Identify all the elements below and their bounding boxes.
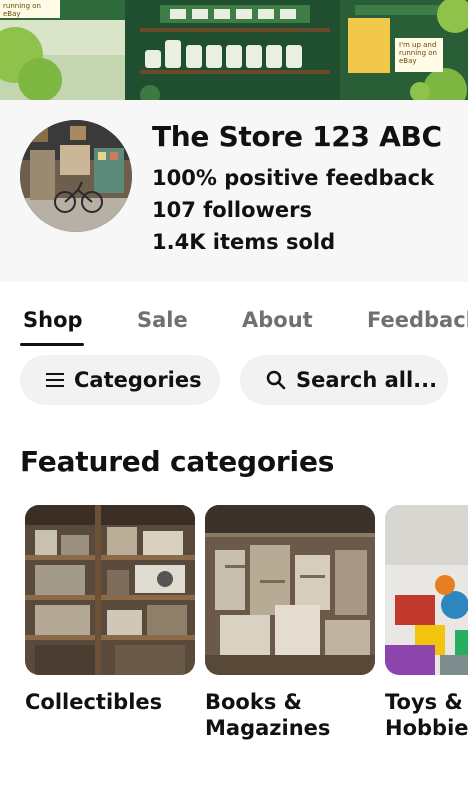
- tab-sale[interactable]: Sale: [137, 308, 188, 332]
- menu-icon: [46, 372, 64, 388]
- toys-hobbies-image: [385, 505, 468, 675]
- tab-feedback[interactable]: Feedback: [367, 308, 468, 332]
- items-sold-stat: 1.4K items sold: [152, 230, 336, 254]
- search-all-button[interactable]: Search all...: [240, 355, 448, 405]
- featured-categories-title: Featured categories: [20, 445, 335, 478]
- followers-stat[interactable]: 107 followers: [152, 198, 312, 222]
- store-tabs: Shop Sale About Feedback: [0, 300, 468, 346]
- store-header: The Store 123 ABC 100% positive feedback…: [0, 100, 468, 282]
- search-all-label: Search all...: [296, 368, 438, 392]
- category-label: Toys & Hobbies: [385, 690, 468, 740]
- tab-about[interactable]: About: [242, 308, 313, 332]
- search-icon: [266, 370, 286, 390]
- category-card-toys-hobbies[interactable]: Toys & Hobbies: [385, 505, 468, 741]
- avatar-photo: [20, 120, 132, 232]
- store-banner: running on eBay I'm up and running on eB…: [0, 0, 468, 100]
- tab-shop[interactable]: Shop: [23, 308, 83, 332]
- feedback-stat[interactable]: 100% positive feedback: [152, 166, 434, 190]
- banner-tag-left: running on eBay: [0, 0, 60, 18]
- store-avatar[interactable]: [20, 120, 132, 232]
- books-magazines-image: [205, 505, 375, 675]
- category-label: Collectibles: [25, 690, 163, 714]
- categories-button[interactable]: Categories: [20, 355, 220, 405]
- category-card-collectibles[interactable]: Collectibles: [25, 505, 195, 715]
- collectibles-image: [25, 505, 195, 675]
- banner-tag-right: I'm up and running on eBay: [395, 38, 443, 72]
- category-label: Books & Magazines: [205, 690, 331, 740]
- featured-categories-carousel[interactable]: Collectibles Books & Magazines Toys & Ho…: [0, 505, 468, 755]
- categories-label: Categories: [74, 368, 202, 392]
- store-name: The Store 123 ABC: [152, 120, 442, 153]
- category-card-books-magazines[interactable]: Books & Magazines: [205, 505, 375, 741]
- active-tab-indicator: [20, 343, 84, 346]
